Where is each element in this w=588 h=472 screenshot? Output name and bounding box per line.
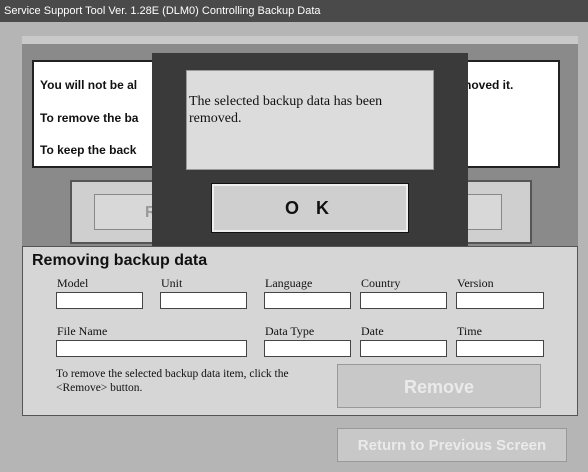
country-field[interactable] (360, 292, 447, 309)
message-line-3: To keep the back (40, 143, 137, 157)
section-title: Removing backup data (32, 252, 208, 269)
message-line-2: To remove the ba (40, 111, 139, 125)
message-line-1: You will not be al (40, 78, 138, 92)
message-line-1-end: noved it. (464, 78, 514, 92)
version-label: Version (457, 276, 494, 290)
model-field[interactable] (56, 292, 143, 309)
ok-button[interactable]: O K (211, 183, 409, 233)
return-to-previous-button[interactable]: Return to Previous Screen (337, 428, 567, 462)
filename-field[interactable] (56, 340, 247, 357)
datatype-label: Data Type (265, 324, 315, 338)
date-field[interactable] (360, 340, 447, 357)
unit-field[interactable] (160, 292, 247, 309)
unit-label: Unit (161, 276, 183, 290)
filename-label: File Name (57, 324, 108, 338)
remove-button[interactable]: Remove (337, 364, 541, 408)
model-label: Model (57, 276, 89, 290)
dialog-message: The selected backup data has been remove… (186, 70, 434, 170)
window-title: Service Support Tool Ver. 1.28E (DLM0) C… (0, 0, 588, 22)
remove-backup-button[interactable]: R (94, 194, 157, 230)
keep-backup-button[interactable] (466, 194, 502, 230)
language-field[interactable] (264, 292, 351, 309)
country-label: Country (361, 276, 401, 290)
language-label: Language (265, 276, 313, 290)
date-label: Date (361, 324, 384, 338)
time-field[interactable] (456, 340, 544, 357)
time-label: Time (457, 324, 482, 338)
datatype-field[interactable] (264, 340, 351, 357)
version-field[interactable] (456, 292, 544, 309)
remove-instruction: To remove the selected backup data item,… (56, 368, 289, 394)
